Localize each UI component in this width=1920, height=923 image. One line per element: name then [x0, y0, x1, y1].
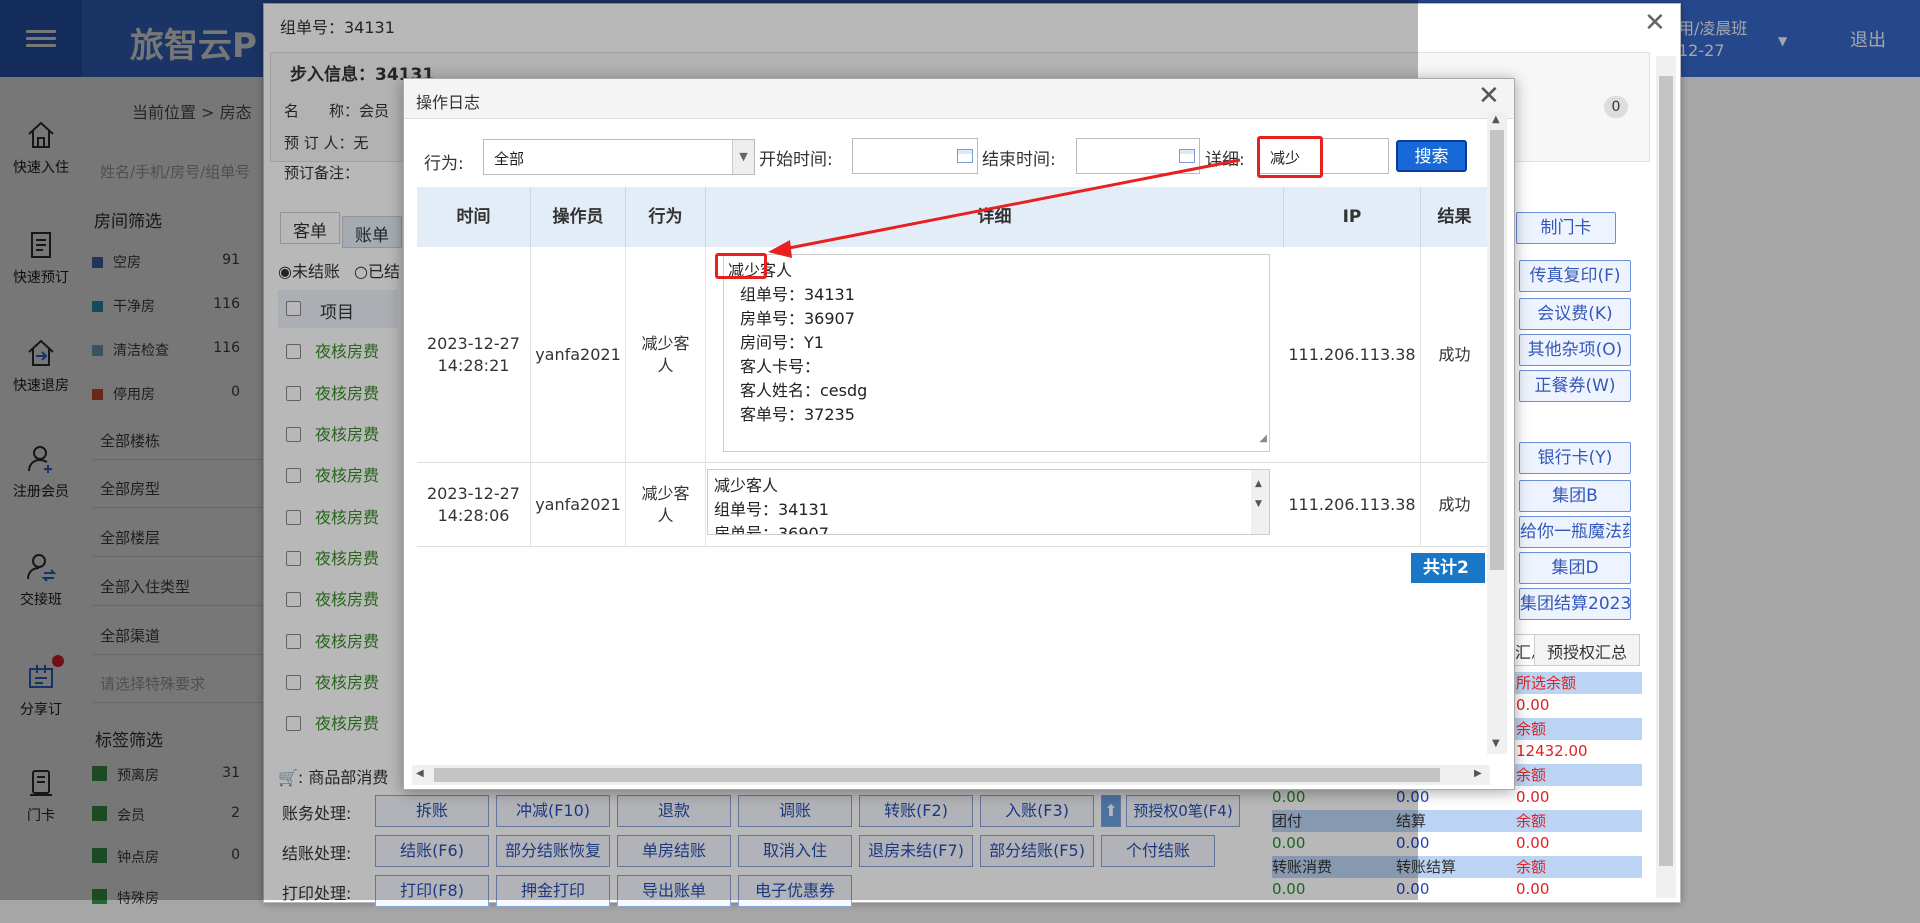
scrollbar-thumb[interactable] [1490, 130, 1504, 570]
detail-line: 组单号：34131 [714, 500, 829, 519]
arrow-down-icon[interactable]: ▼ [1492, 738, 1500, 749]
log-time: 2023-12-27 14:28:06 [417, 463, 531, 547]
end-time-label: 结束时间: [982, 150, 1056, 170]
log-detail-textarea[interactable]: 减少客人 组单号：34131 房单号：36907 房间号：Y1 客人卡号： 客人… [723, 254, 1270, 452]
detail-line: 客人卡号： [740, 357, 821, 376]
detail-title: 减少客人 [728, 261, 793, 280]
summary-value: 0.00 [1516, 834, 1550, 852]
scrollbar[interactable]: ▲ ▼ [1487, 112, 1507, 754]
total-count-badge: 共计2条 [1411, 553, 1485, 583]
column-header-action: 行为 [626, 187, 706, 247]
group-settle-button[interactable]: 集团结算2023/ [1519, 588, 1631, 620]
summary-label: 余额 [1516, 812, 1547, 830]
dialog-title-bar [404, 79, 1514, 119]
summary-value: 0.00 [1516, 696, 1550, 714]
magic-potion-button[interactable]: 给你一瓶魔法药 [1519, 516, 1631, 548]
select-value: 全部 [494, 150, 525, 168]
summary-label: 余额 [1516, 720, 1547, 738]
scrollbar-thumb[interactable] [434, 768, 1440, 782]
log-action: 减少客 人 [626, 247, 706, 463]
close-icon[interactable]: ✕ [1644, 8, 1666, 38]
start-time-label: 开始时间: [759, 150, 833, 170]
close-icon[interactable]: ✕ [1478, 81, 1500, 111]
summary-label: 余额 [1516, 858, 1547, 876]
column-header-time: 时间 [417, 187, 531, 247]
action-filter-select[interactable]: 全部 ▼ [483, 139, 755, 175]
summary-label: 余额 [1516, 766, 1547, 784]
log-ip: 111.206.113.38 [1284, 463, 1421, 547]
count-badge: 0 [1604, 96, 1628, 118]
log-operator: yanfa2021 [531, 463, 626, 547]
summary-value: 0.00 [1516, 880, 1550, 898]
log-time: 2023-12-27 14:28:21 [417, 247, 531, 463]
summary-label: 所选余额 [1516, 674, 1577, 692]
arrow-up-icon[interactable]: ▲ [1492, 114, 1500, 125]
scrollbar-thumb[interactable] [1659, 76, 1673, 866]
misc-button[interactable]: 其他杂项(O) [1519, 334, 1631, 366]
dialog-title: 操作日志 [416, 93, 481, 112]
calendar-icon[interactable] [957, 149, 973, 163]
fax-copy-button[interactable]: 传真复印(F) [1519, 260, 1631, 292]
detail-line: 房单号：36907 [740, 309, 855, 328]
scrollbar[interactable]: ▲ ▼ [1251, 470, 1269, 534]
operation-log-dialog: 操作日志 ✕ 行为: 全部 ▼ 开始时间: 结束时间: 详细: 减少 搜索 时间… [403, 78, 1515, 790]
arrow-right-icon[interactable]: ▶ [1474, 768, 1482, 779]
log-operator: yanfa2021 [531, 247, 626, 463]
highlight-box [715, 253, 767, 279]
scrollbar[interactable] [1656, 56, 1676, 898]
detail-line: 组单号：34131 [740, 285, 855, 304]
arrow-down-icon[interactable]: ▼ [1255, 492, 1262, 516]
summary-value: 0.00 [1516, 788, 1550, 806]
detail-filter-label: 详细: [1205, 150, 1245, 170]
start-time-input[interactable] [852, 138, 978, 174]
group-d-button[interactable]: 集团D [1519, 552, 1631, 584]
detail-title: 减少客人 [714, 476, 779, 495]
log-detail-textarea[interactable]: 减少客人 组单号：34131 房单号：36907 ▲ ▼ [707, 469, 1270, 535]
highlight-box [1257, 136, 1323, 178]
chevron-down-icon[interactable]: ▼ [732, 140, 754, 174]
detail-line: 房间号：Y1 [740, 333, 824, 352]
arrow-left-icon[interactable]: ◀ [416, 768, 424, 779]
search-button[interactable]: 搜索 [1396, 140, 1467, 172]
column-header-detail: 详细 [706, 187, 1284, 247]
log-ip: 111.206.113.38 [1284, 247, 1421, 463]
meeting-fee-button[interactable]: 会议费(K) [1519, 298, 1631, 330]
column-header-ip: IP [1284, 187, 1421, 247]
action-filter-label: 行为: [424, 154, 464, 174]
resize-handle-icon[interactable]: ◢ [1259, 427, 1267, 451]
column-header-operator: 操作员 [531, 187, 626, 247]
scrollbar[interactable]: ◀ ▶ [412, 765, 1490, 785]
log-result: 成功 [1421, 247, 1489, 463]
detail-line: 客人姓名：cesdg [740, 381, 868, 400]
end-time-input[interactable] [1076, 138, 1200, 174]
meal-voucher-button[interactable]: 正餐券(W) [1519, 370, 1631, 402]
detail-line: 房单号：36907 [714, 524, 829, 535]
make-door-card-button[interactable]: 制门卡 [1516, 212, 1616, 244]
log-action: 减少客 人 [626, 463, 706, 547]
summary-value: 12432.00 [1516, 742, 1588, 760]
log-result: 成功 [1421, 463, 1489, 547]
log-table: 时间 操作员 行为 详细 IP 结果 2023-12-27 14:28:21 y… [417, 187, 1489, 547]
detail-line: 客单号：37235 [740, 405, 855, 424]
group-b-button[interactable]: 集团B [1519, 480, 1631, 512]
tab-preauth-summary[interactable]: 预授权汇总 [1534, 634, 1640, 666]
calendar-icon[interactable] [1179, 149, 1195, 163]
bank-card-button[interactable]: 银行卡(Y) [1519, 442, 1631, 474]
column-header-result: 结果 [1421, 187, 1489, 247]
